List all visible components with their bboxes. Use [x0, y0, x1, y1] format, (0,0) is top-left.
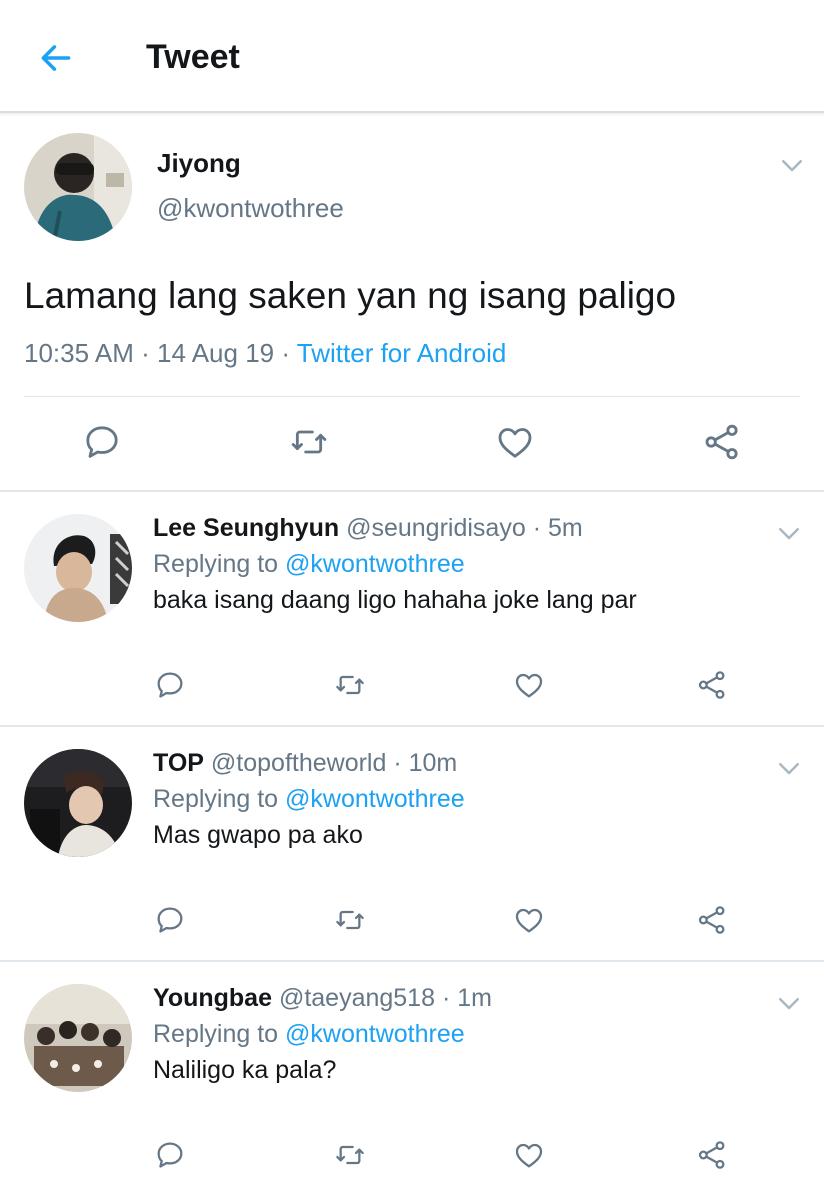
divider [24, 396, 800, 397]
reply-tweet[interactable]: TOP @topoftheworld · 10m Replying to @kw… [0, 725, 824, 960]
page-title: Tweet [146, 38, 240, 76]
share-icon [696, 904, 728, 936]
user-handle[interactable]: @topoftheworld [211, 749, 386, 777]
display-name[interactable]: Youngbae [153, 984, 272, 1012]
replying-to: Replying to @kwontwothree [153, 785, 465, 814]
share-icon [696, 1139, 728, 1171]
separator: · [532, 514, 542, 542]
tweet-time: 5m [547, 514, 583, 542]
like-icon [513, 669, 545, 701]
reply-button[interactable] [150, 900, 190, 940]
retweet-icon [334, 669, 366, 701]
replying-to-link[interactable]: @kwontwothree [285, 1020, 465, 1048]
user-handle[interactable]: @taeyang518 [279, 984, 435, 1012]
replying-label: Replying to [153, 1020, 279, 1048]
replying-to-link[interactable]: @kwontwothree [285, 785, 465, 813]
share-button[interactable] [692, 900, 732, 940]
replying-to-link[interactable]: @kwontwothree [285, 550, 465, 578]
share-button[interactable] [700, 420, 744, 464]
retweet-button[interactable] [330, 665, 370, 705]
reply-icon [154, 904, 186, 936]
top-app-bar: Tweet [0, 0, 824, 113]
reply-tweet[interactable]: Lee Seunghyun @seungridisayo · 5m Replyi… [0, 490, 824, 725]
chevron-down-icon[interactable] [777, 150, 807, 180]
tweet-time: 10:35 AM [24, 338, 134, 368]
like-icon [513, 904, 545, 936]
retweet-button[interactable] [287, 420, 331, 464]
tweet-date: 14 Aug 19 [157, 338, 275, 368]
chevron-down-icon[interactable] [774, 988, 804, 1018]
avatar[interactable] [24, 749, 132, 857]
reply-icon [154, 1139, 186, 1171]
tweet-text: Lamang lang saken yan ng isang paligo [24, 275, 677, 316]
user-handle[interactable]: @seungridisayo [346, 514, 526, 542]
reply-icon [82, 422, 122, 462]
arrow-left-icon [41, 45, 71, 71]
share-button[interactable] [692, 1135, 732, 1175]
display-name[interactable]: Jiyong [157, 148, 241, 179]
reply-text: baka isang daang ligo hahaha joke lang p… [153, 586, 637, 614]
replying-label: Replying to [153, 550, 279, 578]
separator: · [393, 749, 402, 777]
reply-button[interactable] [150, 1135, 190, 1175]
like-icon [495, 422, 535, 462]
separator: · [141, 338, 150, 368]
reply-button[interactable] [150, 665, 190, 705]
reply-button[interactable] [80, 420, 124, 464]
avatar[interactable] [24, 133, 132, 241]
display-name[interactable]: Lee Seunghyun [153, 514, 339, 542]
retweet-button[interactable] [330, 1135, 370, 1175]
avatar[interactable] [24, 984, 132, 1092]
tweet-time: 10m [408, 749, 458, 777]
chevron-down-icon[interactable] [774, 753, 804, 783]
user-handle[interactable]: @kwontwothree [157, 193, 344, 224]
reply-text: Naliligo ka pala? [153, 1056, 337, 1084]
replying-to: Replying to @kwontwothree [153, 550, 465, 579]
reply-tweet[interactable]: Youngbae @taeyang518 · 1m Replying to @k… [0, 960, 824, 1200]
reply-text: Mas gwapo pa ako [153, 821, 363, 849]
retweet-button[interactable] [330, 900, 370, 940]
main-tweet: Jiyong @kwontwothree Lamang lang saken y… [0, 115, 824, 490]
retweet-icon [334, 1139, 366, 1171]
replying-label: Replying to [153, 785, 279, 813]
retweet-icon [334, 904, 366, 936]
reply-header: Lee Seunghyun @seungridisayo · 5m [153, 514, 583, 543]
like-button[interactable] [509, 1135, 549, 1175]
back-button[interactable] [34, 36, 78, 80]
like-icon [513, 1139, 545, 1171]
replying-to: Replying to @kwontwothree [153, 1020, 465, 1049]
like-button[interactable] [509, 900, 549, 940]
display-name[interactable]: TOP [153, 749, 204, 777]
tweet-source-link[interactable]: Twitter for Android [297, 338, 507, 368]
retweet-icon [289, 422, 329, 462]
separator: · [281, 338, 291, 368]
reply-header: TOP @topoftheworld · 10m [153, 749, 457, 778]
tweet-metadata: 10:35 AM · 14 Aug 19 · Twitter for Andro… [24, 338, 506, 369]
avatar[interactable] [24, 514, 132, 622]
share-icon [702, 422, 742, 462]
share-icon [696, 669, 728, 701]
reply-header: Youngbae @taeyang518 · 1m [153, 984, 492, 1013]
like-button[interactable] [493, 420, 537, 464]
separator: · [441, 984, 451, 1012]
like-button[interactable] [509, 665, 549, 705]
share-button[interactable] [692, 665, 732, 705]
reply-icon [154, 669, 186, 701]
chevron-down-icon[interactable] [774, 518, 804, 548]
tweet-time: 1m [457, 984, 492, 1012]
